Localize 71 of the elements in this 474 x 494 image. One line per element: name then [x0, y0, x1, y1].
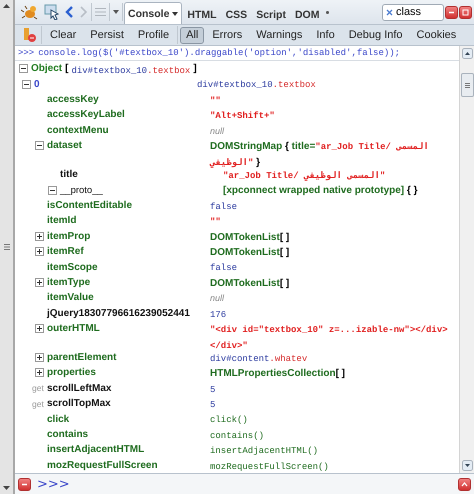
panel-tab[interactable]: Console: [124, 2, 182, 24]
property-name: itemRef: [47, 246, 84, 258]
property-name: jQuery18307796616239052441: [47, 308, 190, 319]
panel-tab[interactable]: DOM: [290, 4, 324, 24]
property-value: div#textbox_10.textbox: [197, 79, 316, 92]
property-value: "": [210, 216, 221, 228]
console-action-button[interactable]: Clear: [44, 26, 82, 44]
property-value: 5: [210, 384, 216, 396]
filter-button[interactable]: Cookies: [410, 26, 462, 44]
property-name: contextMenu: [47, 124, 109, 136]
property-value: div#textbox_10.textbox: [71, 64, 190, 77]
property-value: 176: [210, 308, 226, 321]
property-value: click(): [210, 414, 248, 426]
property-value: "": [210, 94, 221, 107]
command-prompt: >>>: [18, 48, 34, 58]
property-value: insertAdjacentHTML(): [210, 445, 318, 458]
property-name: dataset: [47, 140, 82, 152]
property-name: outerHTML: [47, 323, 100, 334]
property-value: [xpconnect wrapped native prototype] { }: [223, 184, 418, 198]
property-name: __proto__: [60, 184, 103, 196]
property-value: contains(): [210, 430, 264, 442]
filter-button[interactable]: Warnings: [250, 26, 308, 44]
panel-tab[interactable]: CSS: [222, 4, 252, 24]
property-name: mozRequestFullScreen: [47, 460, 158, 471]
property-name: itemProp: [47, 230, 90, 242]
bracket: [: [65, 63, 68, 74]
property-name: isContentEditable: [47, 200, 132, 211]
property-value: false: [210, 200, 238, 213]
property-value: HTMLPropertiesCollection[ ]: [210, 367, 346, 380]
filter-button[interactable]: Debug Info: [342, 26, 409, 44]
getter-label: get: [32, 383, 44, 394]
property-name: scrollTopMax: [47, 398, 111, 410]
property-name: itemType: [47, 276, 90, 288]
property-name: title: [60, 169, 78, 180]
property-name: itemScope: [47, 262, 98, 273]
object-label: Object: [31, 63, 62, 74]
command-prompt: >>>: [37, 476, 70, 492]
bracket: ]: [193, 63, 197, 74]
filter-button[interactable]: Info: [310, 26, 341, 44]
property-value: DOMTokenList[ ]: [210, 276, 290, 290]
filter-button[interactable]: All: [180, 26, 204, 44]
filter-button[interactable]: Errors: [206, 26, 248, 44]
property-value: null: [210, 292, 224, 306]
property-name: accessKeyLabel: [47, 109, 125, 120]
property-name: itemValue: [47, 292, 94, 304]
property-value: "ar_Job Title/ المسمى الوظيفي": [223, 170, 386, 182]
property-name: insertAdjacentHTML: [47, 444, 144, 456]
property-name: contains: [47, 429, 88, 440]
property-name: itemId: [47, 215, 76, 226]
panel-tab[interactable]: Script: [252, 4, 290, 24]
property-name: 0: [34, 78, 40, 90]
property-value: mozRequestFullScreen(): [210, 460, 329, 473]
command-text: console.log($('#textbox_10').draggable('option','disabled',false));: [38, 48, 400, 58]
property-name: scrollLeftMax: [47, 382, 112, 394]
search-field[interactable]: class: [382, 4, 444, 20]
property-value: div#content.whatev: [210, 352, 308, 365]
property-name: parentElement: [47, 352, 116, 364]
getter-label: get: [32, 398, 44, 409]
property-value: 5: [210, 399, 216, 412]
property-value: "<div id="textbox_10" z=...izable-nw"></div> </div>": [210, 324, 448, 352]
property-name: accessKey: [47, 94, 99, 106]
property-name: click: [47, 414, 70, 425]
panel-tab[interactable]: HTML: [183, 4, 221, 24]
property-value: "Alt+Shift+": [210, 110, 275, 122]
property-value: false: [210, 262, 238, 274]
property-name: properties: [47, 367, 96, 378]
console-action-button[interactable]: Profile: [132, 26, 176, 44]
property-value: DOMTokenList[ ]: [210, 230, 290, 244]
console-action-button[interactable]: Persist: [84, 26, 130, 44]
property-value: DOMTokenList[ ]: [210, 246, 290, 259]
property-value: null: [210, 124, 224, 138]
